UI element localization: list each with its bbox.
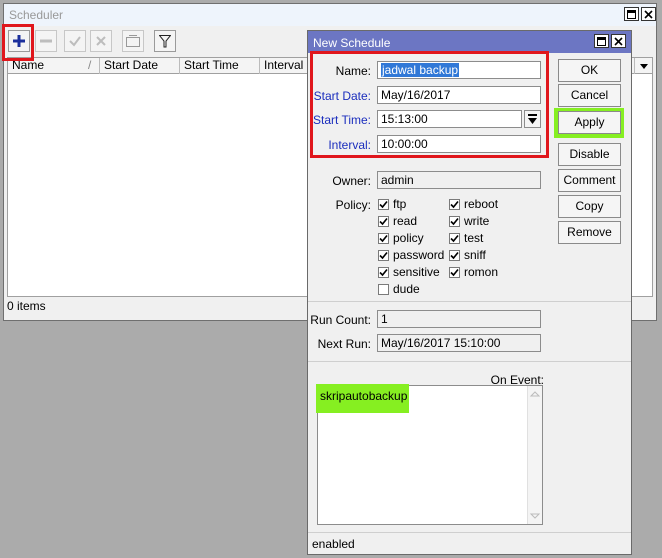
close-icon[interactable] (611, 34, 626, 48)
disable-button[interactable]: Disable (558, 143, 621, 166)
check-icon (379, 268, 388, 276)
next-run-field: May/16/2017 15:10:00 (377, 334, 541, 352)
scrollbar[interactable] (527, 386, 542, 524)
remove-button[interactable] (35, 30, 57, 52)
check-icon (450, 217, 459, 225)
on-event-text: skripautobackup (320, 389, 408, 403)
copy-button[interactable]: Copy (558, 195, 621, 218)
policy-label: test (464, 231, 484, 245)
check-icon (69, 36, 81, 47)
comment-button[interactable]: Comment (558, 169, 621, 192)
check-icon (379, 251, 388, 259)
policy-checkbox[interactable]: read (378, 214, 417, 228)
policy-label: Policy: (335, 198, 371, 212)
on-event-textarea[interactable]: skripautobackup (316, 384, 543, 525)
policy-checkbox[interactable]: write (449, 214, 489, 228)
policy-label: policy (393, 231, 424, 245)
chevron-down-icon (639, 63, 648, 69)
item-count: 0 items (7, 299, 46, 313)
column-label: Start Time (184, 58, 239, 72)
maximize-icon[interactable] (594, 34, 609, 48)
check-icon (450, 234, 459, 242)
filter-icon (159, 34, 171, 47)
policy-checkbox[interactable]: policy (378, 231, 424, 245)
policy-checkbox[interactable]: sensitive (378, 265, 440, 279)
column-header-start-time[interactable]: Start Time (180, 58, 260, 74)
checkbox-box[interactable] (378, 249, 389, 261)
apply-button[interactable]: Apply (558, 111, 621, 134)
checkbox-box[interactable] (449, 198, 460, 210)
check-icon (379, 217, 388, 225)
cancel-button[interactable]: Cancel (558, 84, 621, 107)
sort-icon: / (88, 58, 92, 72)
policy-checkbox[interactable]: sniff (449, 248, 486, 262)
divider (308, 532, 631, 533)
policy-label: dude (393, 282, 420, 296)
policy-label: reboot (464, 197, 499, 211)
checkbox-box[interactable] (378, 232, 389, 244)
dialog-titlebar[interactable]: New Schedule (308, 31, 631, 53)
note-icon (126, 35, 140, 47)
divider (308, 361, 631, 362)
next-run-label: Next Run: (317, 337, 371, 351)
policy-label: write (464, 214, 490, 228)
checkbox-box[interactable] (378, 266, 389, 278)
scroll-up-icon (529, 391, 541, 397)
column-header-start-date[interactable]: Start Date (100, 58, 180, 74)
checkbox-box[interactable] (449, 266, 460, 278)
owner-field: admin (377, 171, 541, 189)
check-icon (450, 268, 459, 276)
checkbox-box[interactable] (449, 215, 460, 227)
add-button-highlight (2, 24, 34, 61)
check-icon (379, 200, 388, 208)
policy-checkbox[interactable]: reboot (449, 197, 498, 211)
policy-label: read (393, 214, 418, 228)
ok-button[interactable]: OK (558, 59, 621, 82)
comment-button[interactable] (122, 30, 144, 52)
dialog-title: New Schedule (313, 36, 391, 50)
check-icon (450, 251, 459, 259)
cross-icon (96, 36, 106, 46)
divider (308, 301, 631, 302)
policy-label: sensitive (393, 265, 440, 279)
checkbox-box[interactable] (449, 232, 460, 244)
fields-highlight (310, 51, 549, 158)
scroll-down-icon (529, 513, 541, 519)
filter-button[interactable] (154, 30, 176, 52)
checkbox-box[interactable] (378, 215, 389, 227)
check-icon (379, 234, 388, 242)
minus-icon (40, 39, 52, 43)
dialog-status: enabled (312, 537, 355, 551)
new-schedule-dialog: New Schedule Name: jadwal backup Start D… (307, 30, 632, 555)
policy-checkbox[interactable]: ftp (378, 197, 406, 211)
scheduler-titlebar[interactable]: Scheduler (4, 4, 656, 26)
owner-label: Owner: (332, 174, 371, 188)
policy-checkbox[interactable]: password (378, 248, 444, 262)
checkbox-box[interactable] (378, 283, 389, 295)
run-count-label: Run Count: (310, 313, 371, 327)
column-label: Start Date (104, 58, 159, 72)
policy-label: sniff (464, 248, 486, 262)
policy-label: password (393, 248, 445, 262)
policy-label: ftp (393, 197, 407, 211)
close-icon[interactable] (641, 7, 656, 21)
maximize-icon[interactable] (624, 7, 639, 21)
checkbox-box[interactable] (449, 249, 460, 261)
policy-checkbox[interactable]: dude (378, 282, 420, 296)
policy-label: romon (464, 265, 499, 279)
disable-button[interactable] (90, 30, 112, 52)
policy-checkbox[interactable]: romon (449, 265, 498, 279)
run-count-field: 1 (377, 310, 541, 328)
column-label: Interval (264, 58, 304, 72)
policy-checkbox[interactable]: test (449, 231, 483, 245)
checkbox-box[interactable] (378, 198, 389, 210)
check-icon (450, 200, 459, 208)
enable-button[interactable] (64, 30, 86, 52)
remove-button[interactable]: Remove (558, 221, 621, 244)
column-menu-button[interactable] (634, 58, 652, 74)
scheduler-title: Scheduler (9, 8, 64, 22)
